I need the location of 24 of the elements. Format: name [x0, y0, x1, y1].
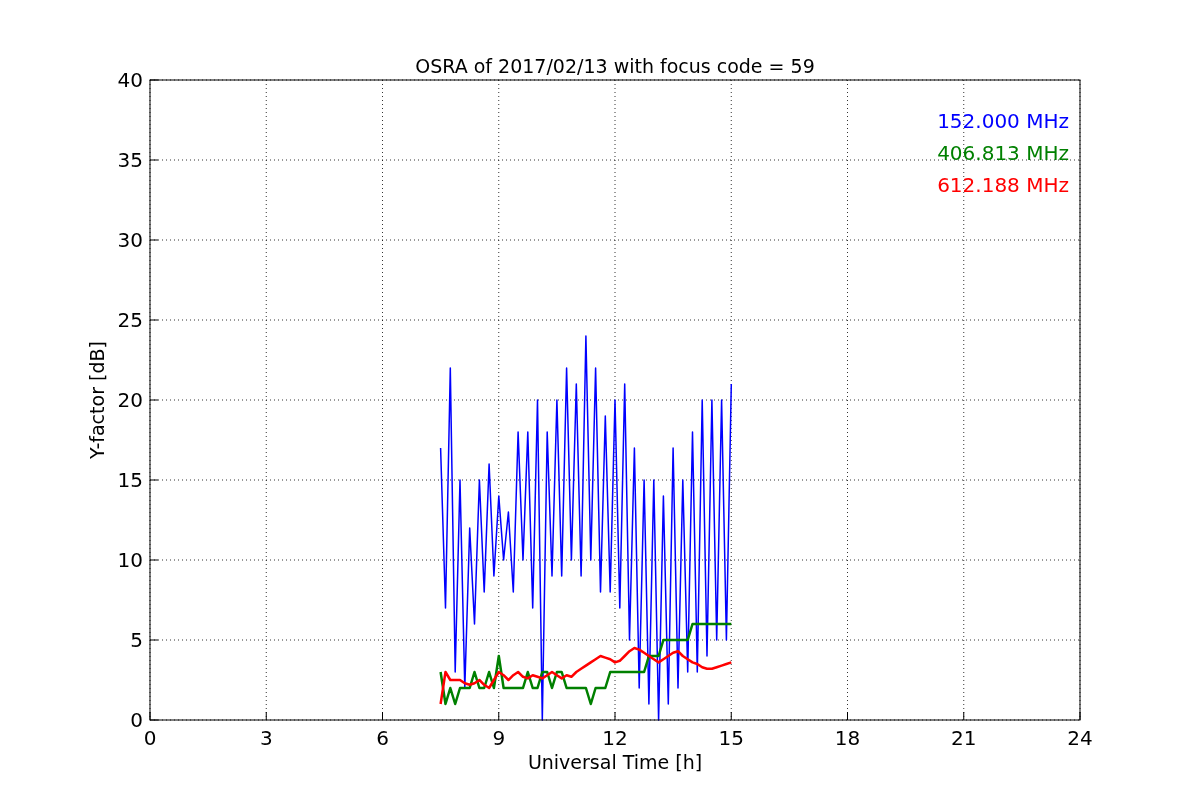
x-tick-label: 6 — [376, 726, 389, 750]
y-tick-label: 35 — [117, 148, 143, 172]
x-axis-label: Universal Time [h] — [527, 751, 703, 773]
y-tick-label: 5 — [130, 628, 143, 652]
x-tick-label: 12 — [602, 726, 628, 750]
x-tick-label: 18 — [834, 726, 861, 750]
legend-label: 406.813 MHz — [937, 141, 1069, 165]
y-tick-label: 10 — [117, 548, 143, 572]
y-tick-label: 25 — [117, 308, 143, 332]
y-tick-label: 20 — [117, 388, 143, 412]
x-tick-label: 3 — [259, 726, 273, 750]
x-tick-label: 9 — [492, 726, 506, 750]
x-tick-label: 0 — [143, 726, 157, 750]
x-tick-label: 24 — [1067, 726, 1093, 750]
x-tick-label: 15 — [718, 726, 744, 750]
legend-label: 152.000 MHz — [937, 109, 1069, 133]
y-tick-label: 0 — [130, 708, 143, 732]
x-tick-label: 21 — [951, 726, 977, 750]
y-tick-label: 15 — [117, 468, 143, 492]
y-tick-label: 40 — [117, 68, 143, 92]
legend-label: 612.188 MHz — [937, 173, 1069, 197]
y-axis-label: Y-factor [dB] — [86, 341, 108, 459]
y-tick-label: 30 — [117, 228, 143, 252]
chart-title: OSRA of 2017/02/13 with focus code = 59 — [415, 55, 815, 77]
